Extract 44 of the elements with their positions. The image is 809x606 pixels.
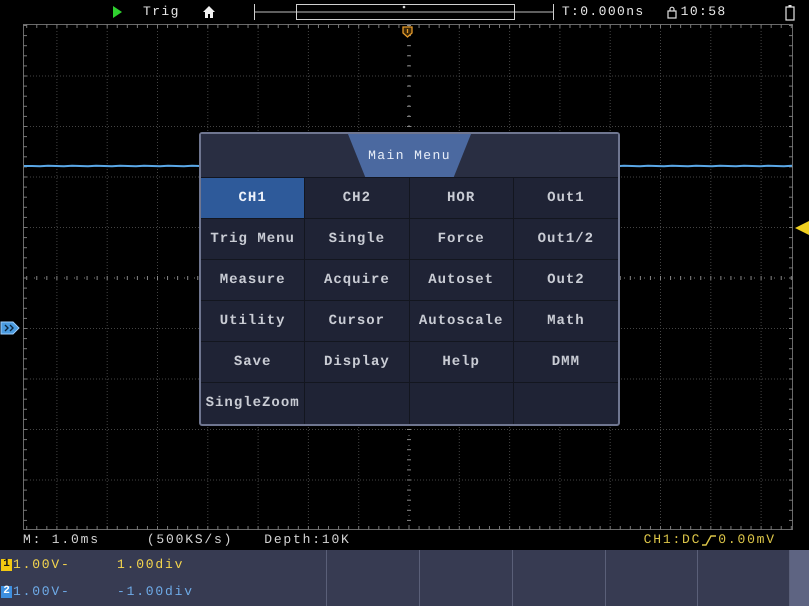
menu-item[interactable]: HOR <box>410 178 514 219</box>
lock-icon <box>666 6 677 18</box>
position-marker-icon <box>402 26 413 38</box>
channel-scale: 1.00V- <box>13 582 72 601</box>
trigger-source: CH1:DC <box>644 531 702 550</box>
menu-item[interactable]: Cursor <box>305 301 410 342</box>
menu-item[interactable]: DMM <box>514 342 618 383</box>
level-marker-icon <box>795 221 809 235</box>
scrollbar <box>790 550 809 606</box>
channel-badge: 1 <box>1 558 12 570</box>
menu-item[interactable]: Force <box>410 219 514 260</box>
menu-item[interactable]: Save <box>201 342 306 383</box>
menu-title: Main Menu <box>348 134 471 177</box>
trigger-level: 0.00mV <box>718 531 776 550</box>
home-icon <box>202 6 215 18</box>
menu-item[interactable]: Autoset <box>410 260 514 301</box>
channel-badge: 2 <box>1 586 12 598</box>
channel-marker-icon <box>0 321 20 335</box>
clock-time: 10:58 <box>680 3 727 22</box>
timebase: M: 1.0ms <box>23 531 100 550</box>
sample-rate: (500KS/s) <box>146 531 234 550</box>
battery-icon <box>784 4 795 20</box>
memory-depth: Depth:10K <box>264 531 351 550</box>
menu-item[interactable]: Out1 <box>514 178 618 219</box>
menu-item[interactable]: Utility <box>201 301 306 342</box>
channel-scale: 1.00V- <box>13 556 72 574</box>
menu-item[interactable]: CH1 <box>201 178 306 219</box>
channel-offset: -1.00div <box>117 582 194 601</box>
menu-item[interactable]: SingleZoom <box>201 383 306 424</box>
menu-item[interactable]: Measure <box>201 260 306 301</box>
menu-item[interactable]: Math <box>514 301 618 342</box>
menu-item[interactable]: Out1/2 <box>514 219 618 260</box>
channel-offset: 1.00div <box>117 556 184 574</box>
menu-item[interactable]: Autoscale <box>410 301 514 342</box>
time-offset: T:0.000ns <box>562 3 645 22</box>
menu-item[interactable]: Help <box>410 342 514 383</box>
menu-item[interactable]: Single <box>305 219 410 260</box>
menu-item[interactable]: Trig Menu <box>201 219 306 260</box>
menu-item[interactable]: Display <box>305 342 410 383</box>
menu-item[interactable]: CH2 <box>305 178 410 219</box>
trigger-status: Trig <box>143 3 180 22</box>
menu-item[interactable]: Acquire <box>305 260 410 301</box>
rising-edge-icon <box>702 534 716 546</box>
menu-item[interactable]: Out2 <box>514 260 618 301</box>
